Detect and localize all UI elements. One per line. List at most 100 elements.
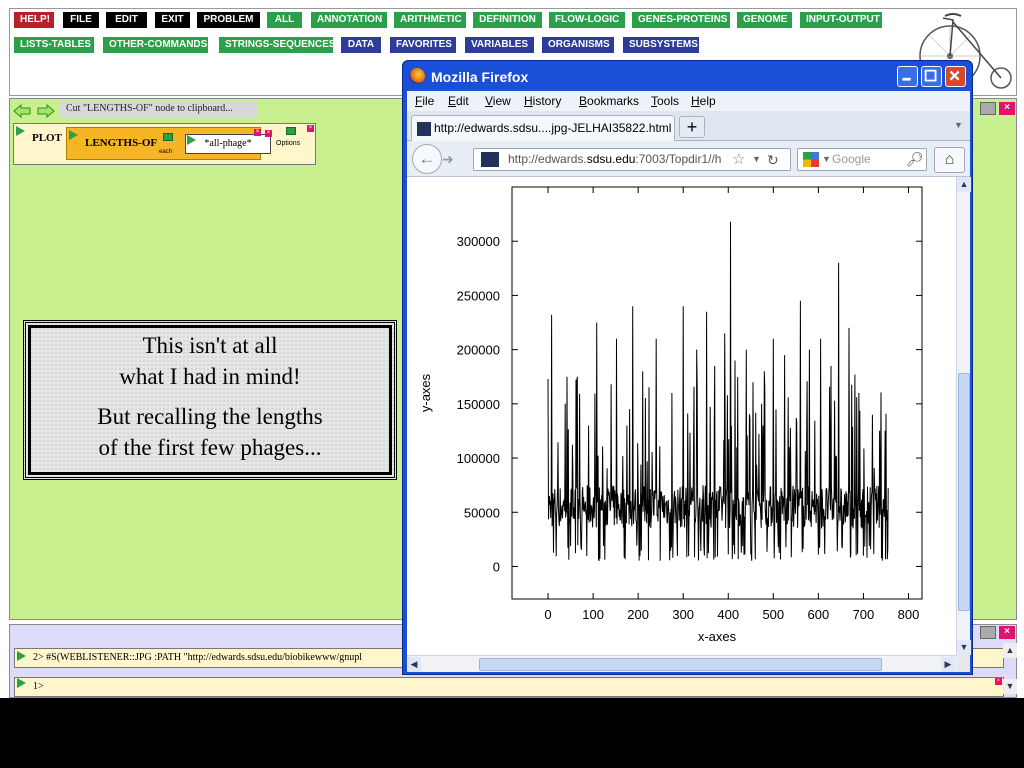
search-icon[interactable]: 🔎︎ [906, 149, 924, 170]
note-line-2: what I had in mind! [119, 364, 301, 389]
workspace-minimize-button[interactable] [980, 102, 996, 115]
minimize-button[interactable] [897, 66, 918, 87]
menu-button-exit[interactable]: EXIT [155, 12, 190, 28]
resize-grip-icon[interactable] [956, 655, 970, 672]
tab-list-dropdown-icon[interactable]: ▼ [954, 120, 963, 130]
vertical-scroll-thumb[interactable] [958, 373, 970, 611]
menu-button-arithmetic[interactable]: ARITHMETIC [394, 12, 466, 28]
scroll-up-arrow-icon[interactable]: ▲ [957, 177, 971, 192]
menu-file[interactable]: File [411, 91, 438, 111]
y-tick-label: 50000 [464, 505, 500, 520]
each-option-icon[interactable] [163, 133, 173, 141]
prompt-flag-icon[interactable] [17, 678, 26, 688]
menu-bookmarks[interactable]: Bookmarks [575, 91, 643, 111]
menu-button-favorites[interactable]: FAVORITES [390, 37, 456, 53]
url-suffix: :7003/Topdir1//h [635, 152, 722, 166]
menu-button-edit[interactable]: EDIT [106, 12, 147, 28]
menu-button-variables[interactable]: VARIABLES [465, 37, 534, 53]
search-engine-dropdown-icon[interactable]: ▼ [822, 149, 831, 170]
menu-button-genes-proteins[interactable]: GENES-PROTEINS [632, 12, 730, 28]
forward-button[interactable]: ➜ [442, 151, 454, 168]
firefox-window[interactable]: Mozilla Firefox File Edit View History Bookm… [402, 60, 973, 675]
menu-history[interactable]: History [520, 91, 565, 111]
home-button[interactable]: ⌂ [934, 147, 965, 173]
menu-button-other-commands[interactable]: OTHER-COMMANDS [103, 37, 208, 53]
y-tick-label: 150000 [457, 397, 500, 412]
site-favicon-icon [481, 152, 499, 167]
url-domain: sdsu.edu [586, 152, 636, 166]
lengths-close-icon[interactable]: × [254, 129, 261, 136]
options-label[interactable]: Options [276, 140, 300, 147]
reload-icon[interactable]: ↻ [767, 150, 779, 170]
argument-all-phage[interactable]: *all-phage* [185, 134, 271, 154]
url-history-dropdown-icon[interactable]: ▼ [752, 149, 761, 170]
menu-button-file[interactable]: FILE [63, 12, 99, 28]
navigation-bar: ← ➜ http://edwards.sdsu.edu:7003/Topdir1… [407, 141, 970, 177]
new-tab-button[interactable]: + [679, 116, 705, 138]
options-icon[interactable] [286, 127, 296, 135]
menu-edit[interactable]: Edit [444, 91, 473, 111]
argument-close-icon[interactable]: × [265, 130, 272, 137]
y-tick-label: 0 [493, 559, 500, 574]
forward-arrow-icon[interactable] [37, 104, 55, 118]
console-input-line[interactable]: 1> × [14, 677, 1004, 697]
run-flag-icon[interactable] [16, 126, 25, 136]
menu-button-problem[interactable]: PROBLEM [197, 12, 260, 28]
tab-favicon-icon [417, 122, 431, 136]
menu-button-help[interactable]: HELP! [14, 12, 54, 28]
menu-button-flow-logic[interactable]: FLOW-LOGIC [549, 12, 625, 28]
menu-button-subsystems[interactable]: SUBSYSTEMS [623, 37, 699, 53]
argument-flag-icon[interactable] [187, 135, 196, 145]
plot-function-box[interactable]: PLOT LENGTHS-OF each *all-phage* × × Opt… [13, 123, 316, 165]
maximize-button[interactable] [921, 66, 942, 87]
menu-button-strings-sequences[interactable]: STRINGS-SEQUENCES [219, 37, 336, 53]
menu-button-organisms[interactable]: ORGANISMS [542, 37, 614, 53]
scroll-down-arrow-icon[interactable]: ▼ [957, 640, 971, 655]
console-scroll-up-icon[interactable]: ▲ [1003, 643, 1017, 658]
plot-function-label: PLOT [32, 132, 62, 144]
tab-plot-page[interactable]: http://edwards.sdsu....jpg-JELHAI35822.h… [411, 115, 675, 141]
each-option-label: each [159, 149, 173, 155]
back-arrow-icon[interactable] [13, 104, 31, 118]
x-axis-label: x-axes [698, 629, 737, 644]
menu-button-input-output[interactable]: INPUT-OUTPUT [800, 12, 882, 28]
firefox-body: File Edit View History Bookmarks Tools Help ht… [407, 91, 971, 672]
x-tick-label: 300 [672, 607, 694, 622]
workspace-close-button[interactable]: × [999, 102, 1015, 115]
menu-tools[interactable]: Tools [647, 91, 683, 111]
google-engine-icon[interactable] [803, 152, 819, 167]
close-button[interactable] [945, 66, 966, 87]
lengths-of-label: LENGTHS-OF [85, 137, 158, 149]
menu-button-annotation[interactable]: ANNOTATION [311, 12, 387, 28]
run-flag-icon[interactable] [69, 130, 78, 140]
lengths-of-function-box[interactable]: LENGTHS-OF each *all-phage* × × [66, 127, 272, 160]
menu-button-data[interactable]: DATA [341, 37, 381, 53]
horizontal-scrollbar[interactable]: ◀ ▶ [407, 655, 956, 672]
rerun-flag-icon[interactable] [17, 651, 26, 661]
page-content: 0 100 200 300 400 500 600 700 800 0 50000 100000 150… [407, 177, 956, 655]
tab-title: http://edwards.sdsu....jpg-JELHAI35822.h… [434, 121, 672, 135]
scroll-right-arrow-icon[interactable]: ▶ [941, 657, 955, 672]
x-tick-label: 0 [544, 607, 551, 622]
note-line-1: This isn't at all [142, 333, 278, 358]
search-input[interactable]: ▼ Google 🔎︎ [797, 148, 927, 171]
menu-button-definition[interactable]: DEFINITION [473, 12, 542, 28]
console-input-close-icon[interactable]: × [995, 678, 1002, 685]
menu-button-all[interactable]: ALL [267, 12, 302, 28]
console-scroll-down-icon[interactable]: ▼ [1003, 679, 1017, 694]
url-bar[interactable]: http://edwards.sdsu.edu:7003/Topdir1//h … [473, 148, 791, 171]
horizontal-scroll-thumb[interactable] [479, 658, 882, 671]
menu-help[interactable]: Help [687, 91, 720, 111]
vertical-scrollbar[interactable]: ▲ ▼ [956, 177, 971, 655]
console-close-button[interactable]: × [999, 626, 1015, 639]
menu-view[interactable]: View [481, 91, 515, 111]
menu-button-lists-tables[interactable]: LISTS-TABLES [14, 37, 94, 53]
back-button[interactable]: ← [412, 144, 442, 174]
console-minimize-button[interactable] [980, 626, 996, 639]
note-line-3: But recalling the lengths [97, 404, 323, 429]
console-command-text: 2> #S(WEBLISTENER::JPG :PATH "http://edw… [33, 652, 363, 663]
scroll-left-arrow-icon[interactable]: ◀ [407, 657, 421, 672]
menu-button-genome[interactable]: GENOME [737, 12, 792, 28]
plot-close-icon[interactable]: × [307, 125, 314, 132]
bookmark-star-icon[interactable]: ☆ [732, 149, 745, 170]
